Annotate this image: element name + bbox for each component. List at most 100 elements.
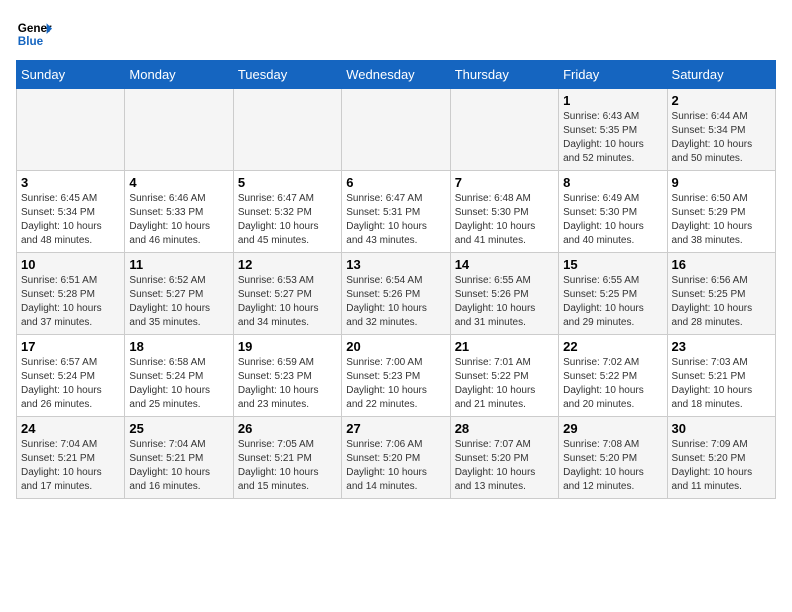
day-number: 26 — [238, 421, 337, 436]
calendar-cell: 11Sunrise: 6:52 AMSunset: 5:27 PMDayligh… — [125, 253, 233, 335]
calendar-cell: 3Sunrise: 6:45 AMSunset: 5:34 PMDaylight… — [17, 171, 125, 253]
page-header: General Blue — [16, 16, 776, 52]
calendar-cell: 8Sunrise: 6:49 AMSunset: 5:30 PMDaylight… — [559, 171, 667, 253]
calendar-cell — [342, 89, 450, 171]
calendar-cell: 24 Sunrise: 7:04 AMSunset: 5:21 PMDayligh… — [17, 417, 125, 499]
day-info: Sunrise: 7:09 AMSunset: 5:20 PMDaylight:… — [672, 438, 771, 494]
day-info: Sunrise: 6:47 AMSunset: 5:32 PMDaylight:… — [238, 192, 337, 248]
day-number: 27 — [346, 421, 445, 436]
day-info: Sunrise: 6:47 AMSunset: 5:31 PMDaylight:… — [346, 192, 445, 248]
weekday-header-friday: Friday — [559, 61, 667, 89]
calendar-cell: 2 Sunrise: 6:44 AMSunset: 5:34 PMDaylight… — [667, 89, 775, 171]
day-info: Sunrise: 7:07 AMSunset: 5:20 PMDaylight:… — [455, 438, 554, 494]
day-info: Sunrise: 7:02 AMSunset: 5:22 PMDaylight:… — [563, 356, 662, 412]
calendar-cell: 22 Sunrise: 7:02 AMSunset: 5:22 PMDayligh… — [559, 335, 667, 417]
logo: General Blue — [16, 16, 52, 52]
calendar-cell: 30 Sunrise: 7:09 AMSunset: 5:20 PMDayligh… — [667, 417, 775, 499]
day-number: 21 — [455, 339, 554, 354]
calendar-cell: 6 Sunrise: 6:47 AMSunset: 5:31 PMDaylight… — [342, 171, 450, 253]
day-number: 17 — [21, 339, 120, 354]
day-info: Sunrise: 6:55 AMSunset: 5:25 PMDaylight:… — [563, 274, 662, 330]
calendar-cell — [450, 89, 558, 171]
calendar-cell: 26 Sunrise: 7:05 AMSunset: 5:21 PMDayligh… — [233, 417, 341, 499]
day-number: 12 — [238, 257, 337, 272]
day-info: Sunrise: 6:55 AMSunset: 5:26 PMDaylight:… — [455, 274, 554, 330]
day-info: Sunrise: 7:08 AMSunset: 5:20 PMDaylight:… — [563, 438, 662, 494]
day-info: Sunrise: 6:51 AMSunset: 5:28 PMDaylight:… — [21, 274, 120, 330]
calendar-cell: 25 Sunrise: 7:04 AMSunset: 5:21 PMDayligh… — [125, 417, 233, 499]
calendar-cell: 5 Sunrise: 6:47 AMSunset: 5:32 PMDaylight… — [233, 171, 341, 253]
day-info: Sunrise: 6:50 AMSunset: 5:29 PMDaylight:… — [672, 192, 771, 248]
calendar-week-4: 17 Sunrise: 6:57 AMSunset: 5:24 PMDayligh… — [17, 335, 776, 417]
calendar-cell: 13Sunrise: 6:54 AMSunset: 5:26 PMDayligh… — [342, 253, 450, 335]
calendar-cell: 23 Sunrise: 7:03 AMSunset: 5:21 PMDayligh… — [667, 335, 775, 417]
day-info: Sunrise: 7:04 AMSunset: 5:21 PMDaylight:… — [129, 438, 228, 494]
calendar-cell: 9 Sunrise: 6:50 AMSunset: 5:29 PMDaylight… — [667, 171, 775, 253]
day-number: 2 — [672, 93, 771, 108]
day-number: 25 — [129, 421, 228, 436]
day-info: Sunrise: 6:46 AMSunset: 5:33 PMDaylight:… — [129, 192, 228, 248]
weekday-header-sunday: Sunday — [17, 61, 125, 89]
calendar-cell: 18Sunrise: 6:58 AMSunset: 5:24 PMDayligh… — [125, 335, 233, 417]
day-info: Sunrise: 6:56 AMSunset: 5:25 PMDaylight:… — [672, 274, 771, 330]
calendar-cell: 15 Sunrise: 6:55 AMSunset: 5:25 PMDayligh… — [559, 253, 667, 335]
day-info: Sunrise: 7:01 AMSunset: 5:22 PMDaylight:… — [455, 356, 554, 412]
svg-text:Blue: Blue — [18, 35, 44, 48]
weekday-header-thursday: Thursday — [450, 61, 558, 89]
day-number: 16 — [672, 257, 771, 272]
day-info: Sunrise: 7:05 AMSunset: 5:21 PMDaylight:… — [238, 438, 337, 494]
day-info: Sunrise: 6:48 AMSunset: 5:30 PMDaylight:… — [455, 192, 554, 248]
calendar-cell — [17, 89, 125, 171]
weekday-header-monday: Monday — [125, 61, 233, 89]
calendar-week-2: 3Sunrise: 6:45 AMSunset: 5:34 PMDaylight… — [17, 171, 776, 253]
calendar-week-3: 10 Sunrise: 6:51 AMSunset: 5:28 PMDayligh… — [17, 253, 776, 335]
day-info: Sunrise: 6:54 AMSunset: 5:26 PMDaylight:… — [346, 274, 445, 330]
calendar-cell: 28 Sunrise: 7:07 AMSunset: 5:20 PMDayligh… — [450, 417, 558, 499]
day-number: 6 — [346, 175, 445, 190]
day-number: 20 — [346, 339, 445, 354]
day-info: Sunrise: 6:57 AMSunset: 5:24 PMDaylight:… — [21, 356, 120, 412]
calendar-cell: 1 Sunrise: 6:43 AMSunset: 5:35 PMDaylight… — [559, 89, 667, 171]
calendar-cell: 7 Sunrise: 6:48 AMSunset: 5:30 PMDaylight… — [450, 171, 558, 253]
day-number: 7 — [455, 175, 554, 190]
day-number: 23 — [672, 339, 771, 354]
calendar-cell — [233, 89, 341, 171]
day-number: 24 — [21, 421, 120, 436]
day-number: 30 — [672, 421, 771, 436]
weekday-header-wednesday: Wednesday — [342, 61, 450, 89]
logo-icon: General Blue — [16, 16, 52, 52]
day-number: 14 — [455, 257, 554, 272]
calendar-cell: 19Sunrise: 6:59 AMSunset: 5:23 PMDayligh… — [233, 335, 341, 417]
day-number: 9 — [672, 175, 771, 190]
day-number: 3 — [21, 175, 120, 190]
day-number: 18 — [129, 339, 228, 354]
calendar-cell — [125, 89, 233, 171]
day-info: Sunrise: 7:00 AMSunset: 5:23 PMDaylight:… — [346, 356, 445, 412]
day-number: 11 — [129, 257, 228, 272]
day-number: 10 — [21, 257, 120, 272]
day-info: Sunrise: 7:06 AMSunset: 5:20 PMDaylight:… — [346, 438, 445, 494]
calendar-cell: 20 Sunrise: 7:00 AMSunset: 5:23 PMDayligh… — [342, 335, 450, 417]
calendar-cell: 21 Sunrise: 7:01 AMSunset: 5:22 PMDayligh… — [450, 335, 558, 417]
calendar-cell: 12 Sunrise: 6:53 AMSunset: 5:27 PMDayligh… — [233, 253, 341, 335]
calendar-cell: 27 Sunrise: 7:06 AMSunset: 5:20 PMDayligh… — [342, 417, 450, 499]
day-info: Sunrise: 6:53 AMSunset: 5:27 PMDaylight:… — [238, 274, 337, 330]
calendar-table: SundayMondayTuesdayWednesdayThursdayFrid… — [16, 60, 776, 499]
weekday-header-saturday: Saturday — [667, 61, 775, 89]
calendar-cell: 17 Sunrise: 6:57 AMSunset: 5:24 PMDayligh… — [17, 335, 125, 417]
day-number: 4 — [129, 175, 228, 190]
day-number: 28 — [455, 421, 554, 436]
weekday-header-tuesday: Tuesday — [233, 61, 341, 89]
calendar-cell: 16 Sunrise: 6:56 AMSunset: 5:25 PMDayligh… — [667, 253, 775, 335]
calendar-week-5: 24 Sunrise: 7:04 AMSunset: 5:21 PMDayligh… — [17, 417, 776, 499]
day-number: 1 — [563, 93, 662, 108]
day-number: 22 — [563, 339, 662, 354]
day-info: Sunrise: 6:44 AMSunset: 5:34 PMDaylight:… — [672, 110, 771, 166]
day-info: Sunrise: 7:04 AMSunset: 5:21 PMDaylight:… — [21, 438, 120, 494]
day-info: Sunrise: 7:03 AMSunset: 5:21 PMDaylight:… — [672, 356, 771, 412]
day-number: 15 — [563, 257, 662, 272]
calendar-cell: 10 Sunrise: 6:51 AMSunset: 5:28 PMDayligh… — [17, 253, 125, 335]
day-info: Sunrise: 6:43 AMSunset: 5:35 PMDaylight:… — [563, 110, 662, 166]
calendar-week-1: 1 Sunrise: 6:43 AMSunset: 5:35 PMDaylight… — [17, 89, 776, 171]
day-number: 5 — [238, 175, 337, 190]
